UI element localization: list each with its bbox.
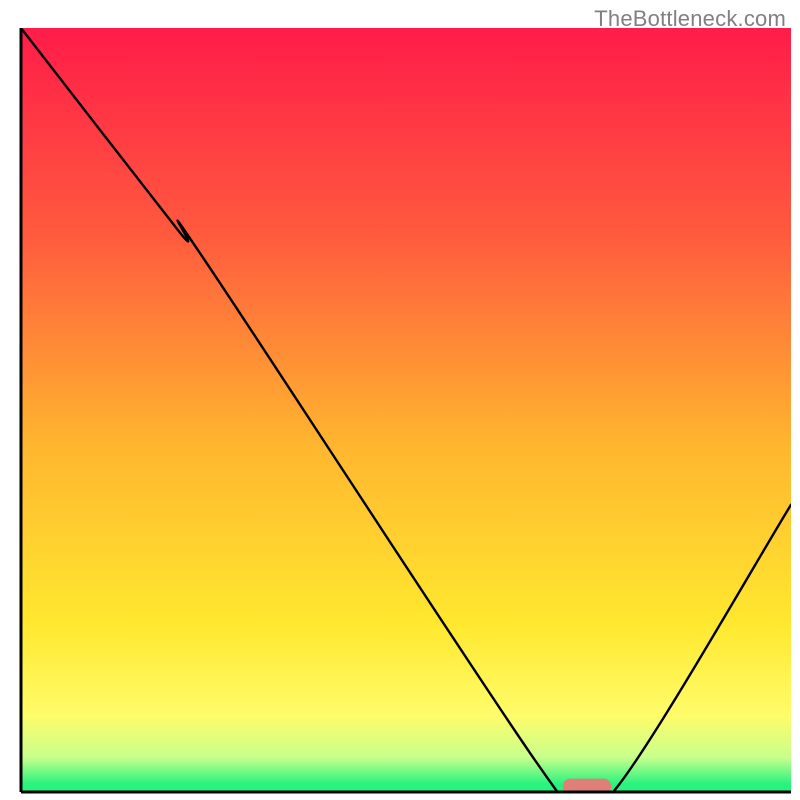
bottleneck-chart: TheBottleneck.com	[0, 0, 800, 800]
gradient-background	[21, 28, 791, 792]
chart-svg	[0, 0, 800, 800]
watermark-text: TheBottleneck.com	[594, 6, 786, 32]
